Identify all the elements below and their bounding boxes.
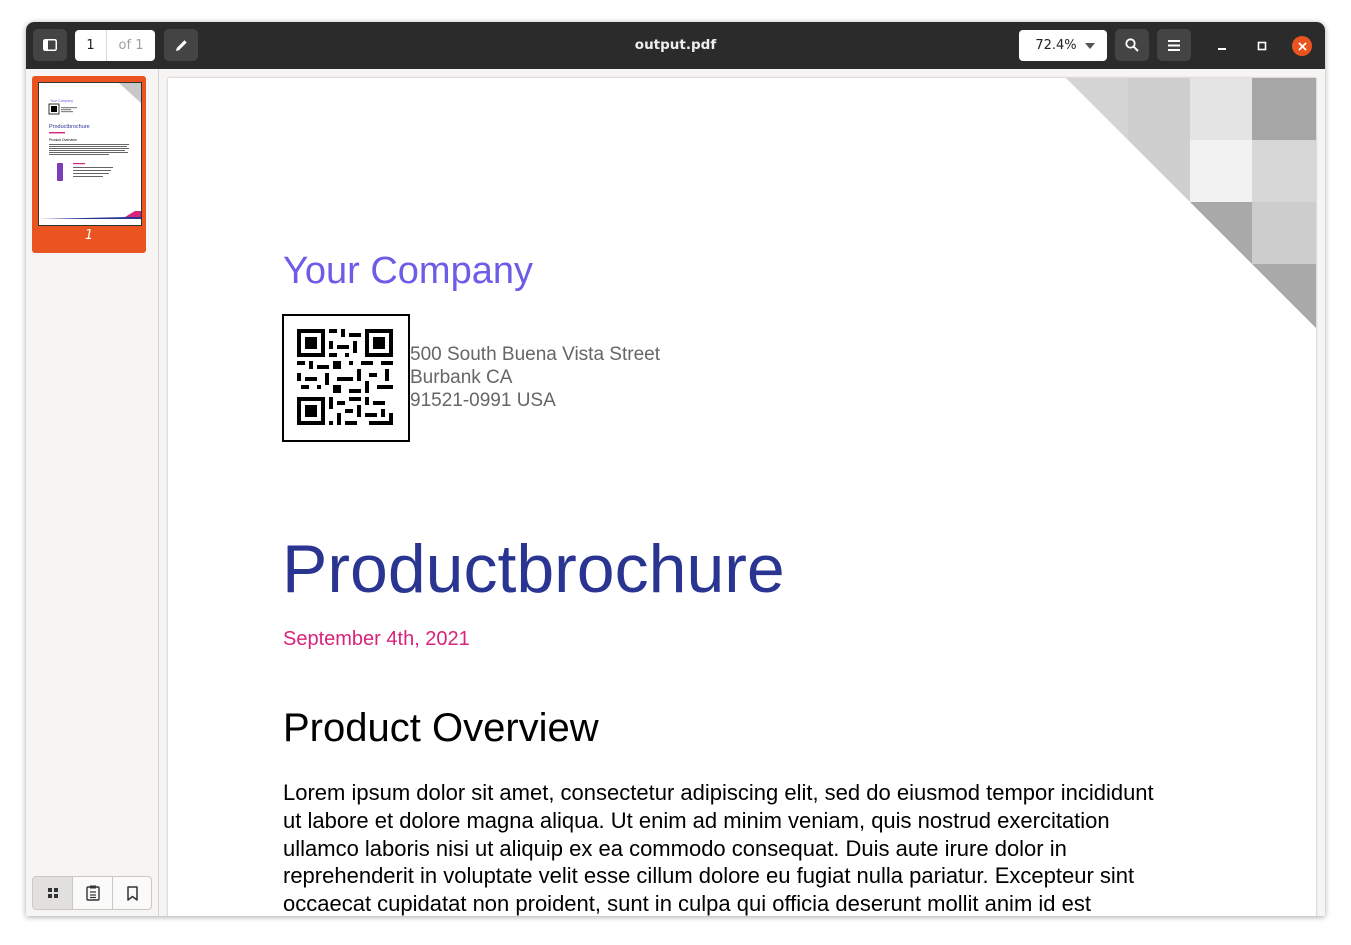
minimize-icon bbox=[1218, 48, 1226, 50]
pdf-page: Your Company 500 South Buena Vista Stree… bbox=[168, 78, 1316, 916]
company-address: 500 South Buena Vista Street Burbank CA … bbox=[410, 343, 660, 412]
sidebar-mode-tabs bbox=[32, 876, 152, 910]
sidebar-toggle-button[interactable] bbox=[33, 29, 67, 61]
search-icon bbox=[1125, 38, 1139, 52]
menu-button[interactable] bbox=[1157, 29, 1191, 61]
hamburger-menu-icon bbox=[1168, 39, 1180, 51]
pencil-icon bbox=[175, 39, 187, 51]
minimize-button[interactable] bbox=[1210, 34, 1234, 58]
close-circle bbox=[1292, 36, 1312, 56]
body-paragraph: Lorem ipsum dolor sit amet, consectetur … bbox=[283, 779, 1213, 916]
address-line-3: 91521-0991 USA bbox=[410, 390, 556, 411]
company-name: Your Company bbox=[283, 250, 533, 292]
tab-thumbnails[interactable] bbox=[33, 877, 72, 909]
search-button[interactable] bbox=[1115, 29, 1149, 61]
corner-decoration bbox=[1066, 78, 1316, 328]
body-line: occaecat cupidatat non proident, sunt in… bbox=[283, 891, 1091, 916]
page-current-input[interactable]: 1 bbox=[75, 30, 107, 61]
qr-code-icon bbox=[297, 329, 393, 425]
close-button[interactable] bbox=[1290, 34, 1314, 58]
zoom-select[interactable]: 72.4% bbox=[1019, 30, 1107, 61]
document-view[interactable]: Your Company 500 South Buena Vista Stree… bbox=[159, 69, 1325, 916]
body-line: ut labore et dolore magna aliqua. Ut eni… bbox=[283, 807, 1110, 833]
annotate-button[interactable] bbox=[164, 29, 198, 61]
body-line: Lorem ipsum dolor sit amet, consectetur … bbox=[283, 780, 1154, 805]
address-line-1: 500 South Buena Vista Street bbox=[410, 344, 660, 365]
zoom-value: 72.4% bbox=[1035, 38, 1077, 53]
address-line-2: Burbank CA bbox=[410, 367, 513, 388]
maximize-icon bbox=[1257, 41, 1267, 51]
page-number-entry[interactable]: 1 of 1 bbox=[75, 30, 155, 61]
thumbnail-preview: Your Company Productbrochure Product Ove… bbox=[38, 82, 142, 226]
page-total-label: of 1 bbox=[118, 38, 144, 53]
tab-bookmarks[interactable] bbox=[112, 877, 151, 909]
page-thumbnail[interactable]: Your Company Productbrochure Product Ove… bbox=[32, 76, 146, 253]
tab-outline[interactable] bbox=[72, 877, 112, 909]
svg-text:Your Company: Your Company bbox=[50, 99, 73, 103]
qr-code bbox=[282, 314, 410, 442]
close-icon bbox=[1297, 41, 1307, 51]
thumbnails-icon bbox=[47, 888, 58, 898]
bookmark-icon bbox=[127, 885, 138, 901]
section-heading: Product Overview bbox=[283, 706, 599, 750]
body-line: reprehenderit in voluptate velit esse ci… bbox=[283, 863, 1135, 889]
document-title: Productbrochure bbox=[282, 531, 785, 607]
body-line: ullamco laboris nisi ut aliquip ex ea co… bbox=[283, 835, 1067, 861]
svg-text:Productbrochure: Productbrochure bbox=[49, 124, 90, 130]
svg-text:Product Overview: Product Overview bbox=[49, 138, 77, 142]
chevron-down-icon bbox=[1085, 43, 1095, 49]
header-bar: 1 of 1 output.pdf 72.4% bbox=[26, 22, 1325, 69]
outline-icon bbox=[85, 885, 100, 901]
sidebar: Your Company Productbrochure Product Ove… bbox=[26, 69, 159, 916]
maximize-button[interactable] bbox=[1250, 34, 1274, 58]
thumbnail-page-number: 1 bbox=[84, 228, 94, 243]
document-viewer-window: 1 of 1 output.pdf 72.4% Your Company Pro… bbox=[26, 22, 1325, 916]
document-date: September 4th, 2021 bbox=[283, 628, 470, 650]
sidebar-icon bbox=[43, 39, 57, 51]
